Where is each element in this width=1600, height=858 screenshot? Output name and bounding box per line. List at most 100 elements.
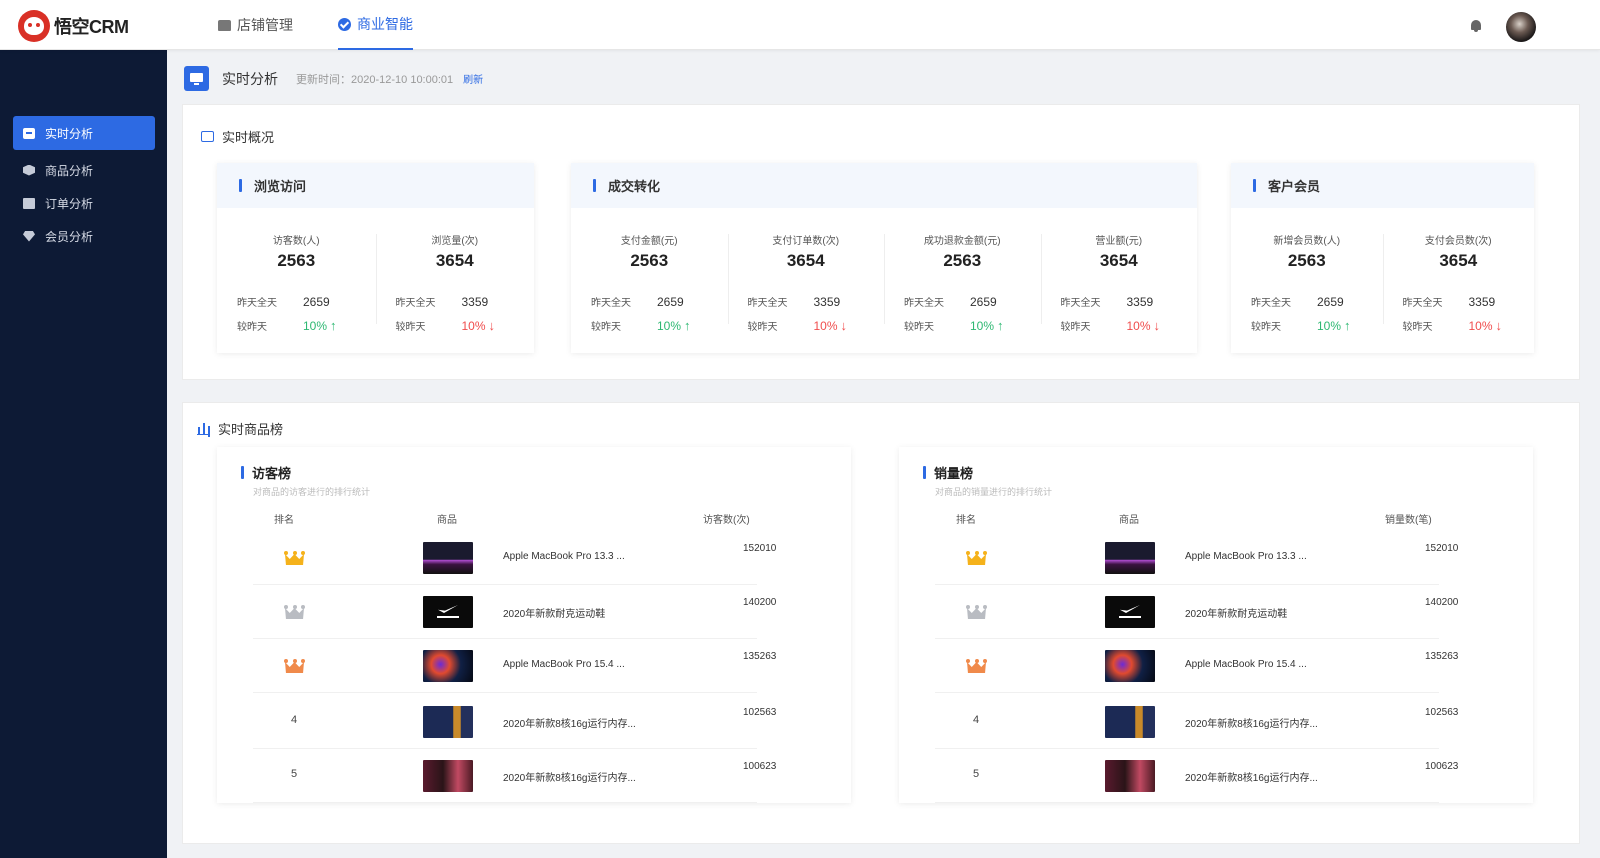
screen-thumb[interactable]	[423, 706, 473, 738]
yesterday-value: 3359	[461, 294, 489, 309]
realtime-ranking-panel: 实时商品榜 访客榜 对商品的访客进行的排行统计 排名 商品 访客数(次) Apple Ma…	[182, 402, 1580, 844]
compare-label: 较昨天	[395, 322, 426, 333]
goods-value: 135263	[1425, 651, 1459, 662]
compare-percent: 10%	[1468, 319, 1493, 333]
sidebar-item-member-analysis[interactable]: 会员分析	[13, 219, 155, 253]
table-row[interactable]: 5 2020年新款8核16g运行内存... 100623	[253, 749, 776, 803]
metric-label: 访客数(人)	[272, 236, 320, 247]
screen-thumb[interactable]	[1105, 706, 1155, 738]
visitor-ranking-card: 访客榜 对商品的访客进行的排行统计 排名 商品 访客数(次) Apple MacBook …	[217, 447, 851, 803]
yesterday-row: 昨天全天 2659	[1251, 294, 1344, 310]
avatar[interactable]	[1506, 12, 1536, 42]
stat-card-title: 浏览访问	[217, 163, 534, 208]
goods-name[interactable]: 2020年新款8核16g运行内存...	[503, 715, 636, 730]
table-row[interactable]: 4 2020年新款8核16g运行内存... 102563	[935, 695, 1458, 749]
table-row[interactable]: 2020年新款耐克运动鞋 140200	[253, 585, 776, 639]
sidebar-item-goods-analysis[interactable]: 商品分析	[13, 153, 155, 187]
goods-name[interactable]: Apple MacBook Pro 15.4 ...	[1185, 659, 1307, 670]
screen2-thumb[interactable]	[1105, 760, 1155, 792]
table-row[interactable]: 2020年新款耐克运动鞋 140200	[935, 585, 1458, 639]
ranking-card-subtitle: 对商品的销量进行的排行统计	[935, 487, 1053, 497]
table-row[interactable]: Apple MacBook Pro 13.3 ... 152010	[935, 531, 1458, 585]
rank-number: 4	[290, 714, 298, 726]
m1-thumb[interactable]	[1105, 650, 1155, 682]
goods-name[interactable]: Apple MacBook Pro 15.4 ...	[503, 659, 625, 670]
silver-crown-icon	[284, 605, 305, 619]
nav-store-management[interactable]: 店铺管理	[218, 0, 293, 50]
compare-label: 较昨天	[747, 322, 778, 333]
arrow-down-icon: ↓	[840, 318, 848, 333]
sidebar-item-order-analysis[interactable]: 订单分析	[13, 186, 155, 220]
compare-percent: 10%	[1317, 319, 1342, 333]
column-header-goods: 商品	[1119, 515, 1139, 526]
nav-business-intelligence[interactable]: 商业智能	[338, 0, 413, 50]
compare-value: 10% ↓	[462, 318, 496, 333]
metric: 支付订单数(次) 3654 昨天全天 3359 较昨天 10% ↓	[727, 208, 885, 353]
update-time: 更新时间：2020-12-10 10:00:01	[296, 73, 454, 86]
app-logo[interactable]: 悟空CRM	[18, 10, 129, 42]
yesterday-label: 昨天全天	[591, 298, 631, 309]
m1-thumb[interactable]	[423, 650, 473, 682]
table-row[interactable]: 5 2020年新款8核16g运行内存... 100623	[935, 749, 1458, 803]
compare-value: 10% ↑	[970, 318, 1004, 333]
sidebar-item-label: 会员分析	[45, 229, 94, 244]
macbook-thumb[interactable]	[423, 542, 473, 574]
metric-value: 3654	[786, 251, 825, 270]
table-row[interactable]: Apple MacBook Pro 15.4 ... 135263	[253, 639, 776, 693]
stat-card-visit: 浏览访问 访客数(人) 2563 昨天全天 2659 较昨天 10% ↑ 浏览量(次) 3654 昨…	[217, 163, 534, 353]
diamond-icon	[23, 230, 35, 242]
goods-value: 102563	[743, 707, 777, 718]
compare-label: 较昨天	[1060, 322, 1091, 333]
macbook-thumb[interactable]	[1105, 542, 1155, 574]
yesterday-value: 2659	[1317, 294, 1344, 309]
column-header-value: 销量数(笔)	[1385, 515, 1432, 526]
compare-row: 较昨天 10% ↓	[396, 318, 496, 333]
yesterday-label: 昨天全天	[904, 298, 944, 309]
ranking-card-title: 访客榜	[241, 463, 291, 482]
metric-value: 2563	[277, 251, 316, 270]
monkey-logo-icon	[18, 10, 50, 42]
goods-value: 102563	[1425, 707, 1459, 718]
stat-card-member: 客户会员 新增会员数(人) 2563 昨天全天 2659 较昨天 10% ↑ 支付会员数(次) 3…	[1231, 163, 1534, 353]
sidebar-item-label: 商品分析	[45, 163, 94, 178]
column-header-value: 访客数(次)	[703, 515, 750, 526]
goods-name[interactable]: Apple MacBook Pro 13.3 ...	[503, 551, 625, 562]
column-header-rank: 排名	[274, 515, 294, 526]
table-row[interactable]: Apple MacBook Pro 15.4 ... 135263	[935, 639, 1458, 693]
column-header-rank: 排名	[956, 515, 976, 526]
goods-name[interactable]: 2020年新款8核16g运行内存...	[503, 769, 636, 784]
overview-title-text: 实时概况	[222, 130, 275, 145]
goods-name[interactable]: 2020年新款8核16g运行内存...	[1185, 715, 1318, 730]
refresh-link[interactable]: 刷新	[463, 71, 483, 86]
goods-value: 100623	[1425, 761, 1459, 772]
bell-icon[interactable]	[1470, 19, 1482, 32]
sales-ranking-card: 销量榜对商品的销量进行的排行统计排名 商品 销量数(笔) Apple MacBook …	[899, 447, 1533, 803]
metric-value: 3654	[1439, 251, 1478, 270]
table-row[interactable]: 4 2020年新款8核16g运行内存... 102563	[253, 695, 776, 749]
sidebar-item-realtime-analysis[interactable]: 实时分析	[13, 116, 155, 150]
ranking-card-title: 销量榜	[923, 463, 973, 482]
nike-thumb[interactable]	[1105, 596, 1155, 628]
yesterday-label: 昨天全天	[237, 298, 277, 309]
metric: 浏览量(次) 3654 昨天全天 3359 较昨天 10% ↓	[375, 208, 535, 353]
compare-label: 较昨天	[591, 322, 621, 333]
goods-name[interactable]: Apple MacBook Pro 13.3 ...	[1185, 551, 1307, 562]
compare-value: 10% ↑	[303, 318, 337, 333]
rank-number: 5	[290, 768, 298, 780]
goods-name[interactable]: 2020年新款耐克运动鞋	[1185, 605, 1287, 620]
goods-name[interactable]: 2020年新款耐克运动鞋	[503, 605, 605, 620]
yesterday-label: 昨天全天	[747, 298, 788, 309]
table-row[interactable]: Apple MacBook Pro 13.3 ... 152010	[253, 531, 776, 585]
screen2-thumb[interactable]	[423, 760, 473, 792]
yesterday-value: 3359	[1126, 294, 1154, 309]
top-bar: 悟空CRM 店铺管理 商业智能	[0, 0, 1600, 50]
compare-label: 较昨天	[237, 322, 267, 333]
arrow-up-icon: ↑	[997, 318, 1004, 333]
compare-percent: 10%	[813, 319, 838, 333]
goods-name[interactable]: 2020年新款8核16g运行内存...	[1185, 769, 1318, 784]
column-header-goods: 商品	[437, 515, 457, 526]
nike-thumb[interactable]	[423, 596, 473, 628]
metric: 营业额(元) 3654 昨天全天 3359 较昨天 10% ↓	[1040, 208, 1198, 353]
metric-value: 3654	[1099, 251, 1138, 270]
ranking-title-text: 实时商品榜	[218, 422, 284, 437]
